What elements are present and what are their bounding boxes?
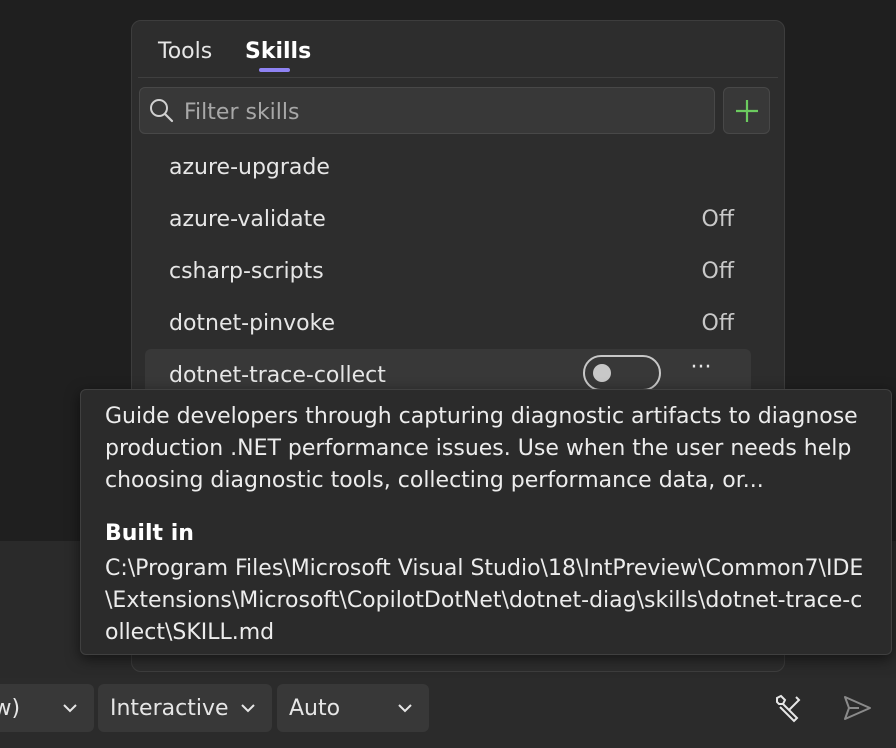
plus-icon: [735, 99, 758, 122]
tooltip-source-label: Built in: [105, 521, 194, 546]
skill-row-csharp-scripts[interactable]: csharp-scripts Off: [145, 249, 751, 297]
skill-tooltip: Guide developers through capturing diagn…: [80, 389, 892, 655]
skill-name: dotnet-pinvoke: [169, 311, 336, 336]
add-skill-button[interactable]: [723, 87, 770, 134]
skill-name: dotnet-trace-collect: [169, 363, 386, 388]
mode-dropdown[interactable]: ew): [0, 684, 94, 732]
chevron-down-icon: [241, 704, 255, 713]
filter-skills-box: [139, 87, 715, 134]
tools-button[interactable]: [770, 690, 806, 726]
wrench-screwdriver-icon: [776, 694, 801, 723]
search-icon: [150, 99, 174, 123]
tooltip-file-path: C:\Program Files\Microsoft Visual Studio…: [105, 556, 864, 645]
model-dropdown-label: Auto: [289, 695, 341, 721]
skill-name: azure-validate: [169, 207, 326, 232]
agent-mode-dropdown-label: Interactive: [110, 695, 229, 721]
skill-row-azure-upgrade[interactable]: azure-upgrade: [145, 145, 751, 193]
chevron-down-icon: [63, 704, 77, 713]
skill-status: Off: [701, 207, 734, 232]
skill-enable-toggle[interactable]: [583, 355, 661, 391]
tab-selected-indicator: [259, 68, 290, 72]
tab-skills[interactable]: Skills: [245, 39, 311, 64]
model-dropdown[interactable]: Auto: [277, 684, 429, 732]
chevron-down-icon: [398, 704, 412, 713]
agent-mode-dropdown[interactable]: Interactive: [98, 684, 272, 732]
skill-status: Off: [701, 259, 734, 284]
mode-dropdown-label: ew): [0, 695, 21, 721]
skill-name: csharp-scripts: [169, 259, 324, 284]
tab-bar: Tools Skills: [132, 21, 784, 79]
filter-skills-input[interactable]: [182, 96, 706, 128]
skill-row-dotnet-pinvoke[interactable]: dotnet-pinvoke Off: [145, 301, 751, 349]
skill-name: azure-upgrade: [169, 155, 330, 180]
send-button[interactable]: [839, 690, 875, 726]
skill-row-azure-validate[interactable]: azure-validate Off: [145, 197, 751, 245]
divider: [138, 77, 778, 78]
send-icon: [844, 696, 871, 720]
tooltip-description: Guide developers through capturing diagn…: [105, 404, 858, 493]
toggle-knob: [593, 364, 611, 382]
skill-status: Off: [701, 311, 734, 336]
more-options-button[interactable]: ···: [687, 355, 715, 380]
tab-tools[interactable]: Tools: [158, 39, 212, 64]
